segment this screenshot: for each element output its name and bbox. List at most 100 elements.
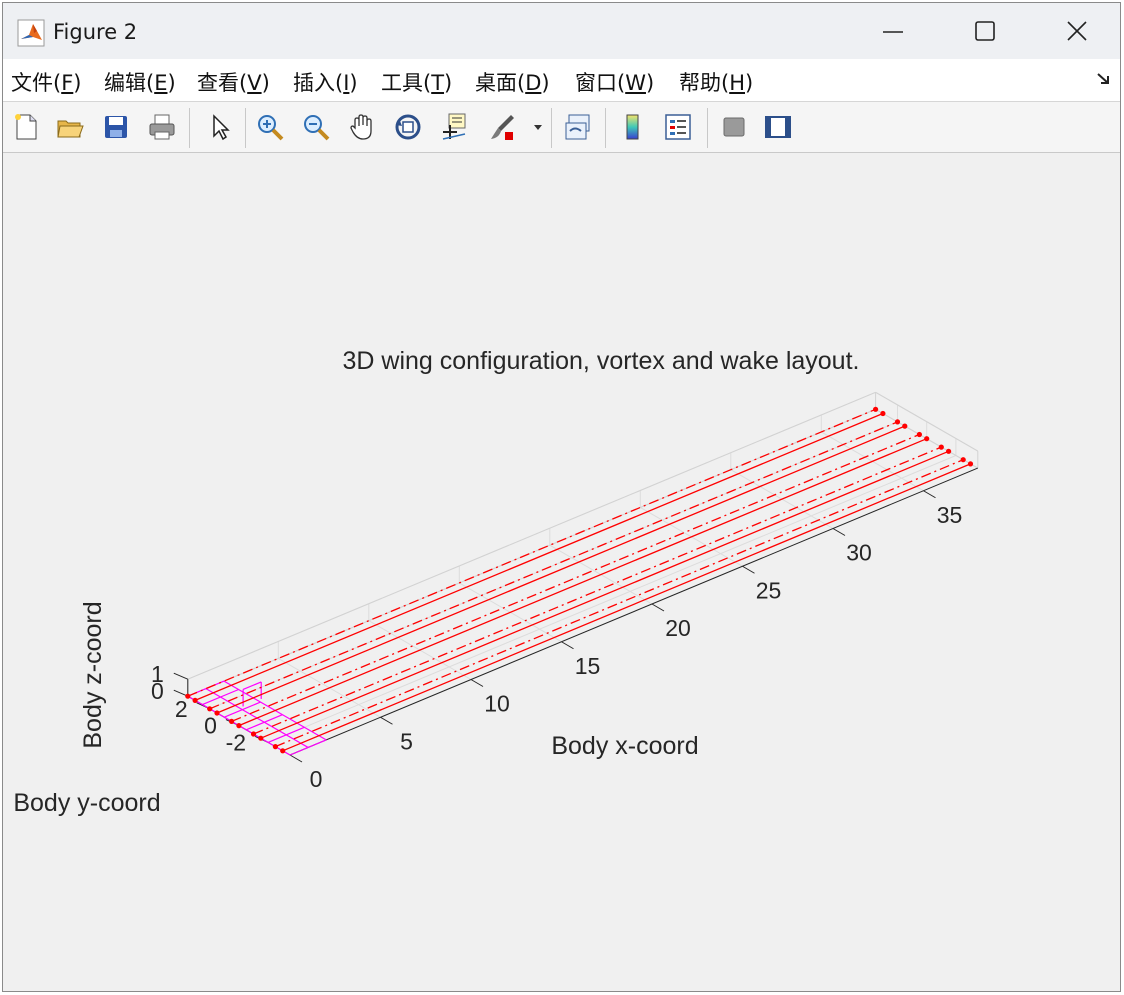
pan-hand-icon — [350, 114, 372, 140]
maximize-icon — [975, 21, 995, 41]
x-tick-label: 25 — [756, 577, 782, 603]
wake-start-point — [192, 697, 198, 704]
axis-labels: 0510152025303520-2103D wing configuratio… — [13, 347, 962, 817]
title-bar[interactable]: Figure 2 — [3, 3, 1120, 59]
wake-line — [282, 463, 971, 752]
wake-end-point — [960, 457, 966, 463]
toolbar-separator — [245, 108, 246, 148]
wake-end-point — [916, 431, 923, 438]
wake-end-point — [894, 419, 901, 425]
menu-view[interactable]: 查看(V) — [197, 67, 270, 97]
menu-desktop[interactable]: 桌面(D) — [475, 67, 550, 97]
menu-file[interactable]: 文件(F) — [11, 67, 82, 97]
axis-box-edge — [187, 391, 876, 680]
dock-arrow-icon[interactable] — [1096, 71, 1112, 87]
close-icon — [1067, 21, 1087, 41]
wake-start-point — [272, 744, 278, 750]
print-icon — [149, 114, 175, 140]
link-plot-button[interactable] — [561, 110, 595, 144]
z-tick-label: 0 — [151, 678, 164, 704]
colorbar-icon — [626, 114, 639, 140]
save-button[interactable] — [99, 110, 133, 144]
figure-window: Figure 2 文件(F) 编辑(E) 查看(V) 插入(I) 工具(T) 桌… — [2, 2, 1121, 992]
x-tick-label: 0 — [310, 766, 323, 792]
new-figure-icon — [15, 114, 37, 140]
wake-line — [260, 450, 949, 739]
close-button[interactable] — [1031, 3, 1120, 59]
show-plot-tools-button[interactable] — [761, 110, 795, 144]
axis-box-edge — [875, 391, 979, 452]
wake-start-point — [236, 723, 242, 729]
wake-start-point — [207, 706, 213, 712]
zoom-out-icon — [304, 115, 330, 141]
legend-icon — [665, 114, 691, 140]
wake-end-point — [946, 448, 952, 454]
menu-window[interactable]: 窗口(W) — [575, 67, 654, 97]
link-plot-icon — [565, 114, 590, 140]
brush-icon — [491, 115, 514, 140]
wake-start-point — [258, 735, 264, 741]
matlab-logo-icon — [17, 19, 45, 47]
wing-span-line — [289, 739, 327, 756]
save-icon — [105, 116, 127, 138]
menu-edit[interactable]: 编辑(E) — [104, 67, 176, 97]
maximize-button[interactable] — [939, 3, 1031, 59]
wake-start-point — [250, 731, 257, 737]
wake-start-point — [280, 748, 286, 754]
wake-lines — [185, 406, 974, 754]
x-tick-label: 30 — [846, 540, 872, 566]
x-tick-label: 5 — [400, 728, 413, 754]
pointer-icon — [213, 114, 230, 141]
x-tick-label: 20 — [665, 615, 691, 641]
menu-bar: 文件(F) 编辑(E) 查看(V) 插入(I) 工具(T) 桌面(D) 窗口(W… — [3, 59, 1120, 102]
brush-button[interactable] — [485, 110, 519, 144]
wake-line — [253, 446, 942, 735]
data-cursor-icon — [442, 113, 466, 140]
menu-insert[interactable]: 插入(I) — [293, 67, 358, 97]
grid-lines — [187, 391, 979, 756]
x-tick — [923, 490, 936, 499]
wake-end-point — [938, 444, 944, 450]
new-figure-button[interactable] — [9, 110, 43, 144]
chart-title: 3D wing configuration, vortex and wake l… — [343, 347, 860, 375]
x-tick — [651, 603, 665, 612]
colorbar-button[interactable] — [615, 110, 649, 144]
zoom-out-button[interactable] — [299, 110, 333, 144]
x-tick — [289, 754, 303, 763]
x-tick-label: 10 — [484, 691, 510, 717]
wake-end-point — [902, 423, 908, 429]
x-tick-label: 15 — [575, 653, 601, 679]
hide-plot-tools-button[interactable] — [717, 110, 751, 144]
menu-help[interactable]: 帮助(H) — [679, 67, 753, 97]
wake-end-point — [967, 461, 974, 467]
grid-line — [267, 455, 957, 743]
x-tick — [561, 641, 574, 650]
y-tick-label: -2 — [226, 729, 246, 755]
brush-dropdown-button[interactable] — [529, 110, 547, 144]
pointer-button[interactable] — [203, 110, 237, 144]
wake-line — [216, 425, 906, 714]
zoom-in-button[interactable] — [253, 110, 287, 144]
axes — [173, 467, 978, 763]
plot-area[interactable]: 0510152025303520-2103D wing configuratio… — [3, 153, 1121, 991]
wing-span-line — [202, 688, 239, 706]
menu-tools[interactable]: 工具(T) — [381, 67, 452, 97]
print-button[interactable] — [145, 110, 179, 144]
legend-button[interactable] — [661, 110, 695, 144]
toolbar-separator — [551, 108, 552, 148]
zoom-in-icon — [258, 115, 284, 141]
x-tick — [470, 679, 484, 687]
x-tick-label: 35 — [937, 502, 963, 528]
y-tick-label: 0 — [204, 713, 217, 739]
minimize-button[interactable] — [847, 3, 939, 59]
minimize-icon — [883, 31, 903, 33]
data-cursor-button[interactable] — [437, 110, 471, 144]
figure-toolbar — [3, 102, 1120, 153]
x-tick — [742, 565, 755, 574]
pan-button[interactable] — [345, 110, 379, 144]
wing-span-line — [224, 701, 261, 718]
hide-plot-tools-icon — [723, 117, 745, 137]
x-tick — [832, 528, 846, 536]
open-file-button[interactable] — [53, 110, 87, 144]
rotate-3d-button[interactable] — [391, 110, 425, 144]
